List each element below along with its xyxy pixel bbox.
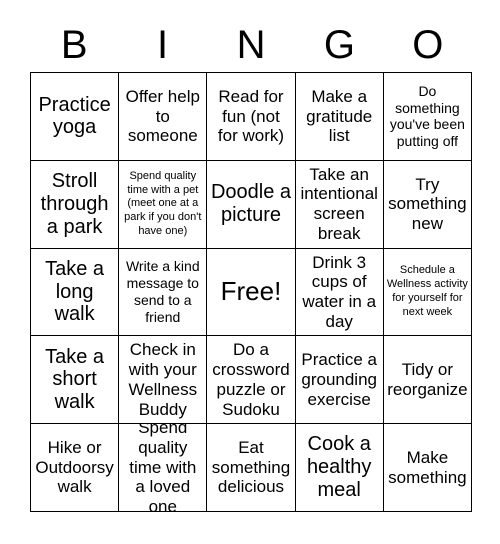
bingo-cell-label: Take a long walk — [45, 257, 105, 326]
bingo-cell-label: Tidy or reorganize — [387, 360, 468, 399]
bingo-cell-label: Drink 3 cups of water in a day — [302, 252, 377, 331]
bingo-cell-r1c5[interactable]: Do something you've been putting off — [383, 73, 472, 161]
bingo-cell-label: Hike or Outdoorsy walk — [35, 438, 114, 497]
bingo-cell-r2c2[interactable]: Spend quality time with a pet (meet one … — [119, 160, 208, 249]
bingo-cell-label: Doodle a picture — [210, 181, 292, 227]
bingo-header: BINGO — [30, 18, 472, 72]
bingo-cell-r1c1[interactable]: Practice yoga — [31, 73, 120, 161]
bingo-header-letter-i: I — [157, 23, 169, 67]
bingo-cell-r1c3[interactable]: Read for fun (not for work) — [207, 73, 296, 161]
bingo-header-letter-b: B — [60, 23, 88, 67]
bingo-cell-label: Do something you've been putting off — [389, 82, 465, 150]
bingo-cell-label: Schedule a Wellness activity for yoursel… — [386, 264, 468, 318]
bingo-cell-free[interactable]: Free! — [207, 248, 296, 337]
bingo-cell-label: Free! — [220, 276, 282, 307]
bingo-header-letter-g: G — [323, 23, 355, 67]
bingo-cell-r5c3[interactable]: Eat something delicious — [207, 424, 296, 512]
bingo-cell-label: Make something — [388, 447, 467, 487]
bingo-header-letter-n: N — [236, 23, 266, 67]
bingo-cell-label: Practice a grounding exercise — [301, 350, 377, 409]
bingo-cell-r4c1[interactable]: Take a short walk — [31, 336, 120, 425]
bingo-cell-r4c5[interactable]: Tidy or reorganize — [383, 336, 472, 425]
bingo-cell-r5c4[interactable]: Cook a healthy meal — [295, 424, 384, 512]
bingo-cell-label: Write a kind message to send to a friend — [125, 258, 200, 325]
bingo-cell-r4c3[interactable]: Do a crossword puzzle or Sudoku — [207, 336, 296, 425]
bingo-grid: Practice yoga Offer help to someone Read f… — [30, 72, 472, 512]
bingo-cell-label: Offer help to someone — [125, 86, 200, 146]
bingo-cell-label: Practice yoga — [38, 93, 111, 139]
bingo-cell-r2c4[interactable]: Take an intentional screen break — [295, 160, 384, 249]
bingo-cell-r4c2[interactable]: Check in with your Wellness Buddy — [119, 336, 208, 425]
bingo-cell-r3c4[interactable]: Drink 3 cups of water in a day — [295, 248, 384, 337]
bingo-cell-r5c2[interactable]: Spend quality time with a loved one — [119, 424, 208, 512]
bingo-cell-label: Read for fun (not for work) — [217, 86, 285, 146]
bingo-cell-label: Spend quality time with a pet (meet one … — [124, 169, 202, 237]
bingo-cell-r3c1[interactable]: Take a long walk — [31, 248, 120, 337]
bingo-header-letter-o: O — [412, 23, 444, 67]
bingo-cell-r4c4[interactable]: Practice a grounding exercise — [295, 336, 384, 425]
bingo-cell-r2c3[interactable]: Doodle a picture — [207, 160, 296, 249]
bingo-cell-label: Spend quality time with a loved one — [129, 424, 197, 512]
bingo-card: B I N G O Practice yoga Offer help to someone… — [0, 0, 500, 544]
bingo-cell-label: Try something new — [388, 174, 467, 234]
bingo-cell-label: Do a crossword puzzle or Sudoku — [212, 340, 290, 419]
bingo-cell-r3c2[interactable]: Write a kind message to send to a friend — [119, 248, 208, 337]
bingo-cell-label: Take an intentional screen break — [300, 164, 378, 243]
bingo-cell-label: Eat something delicious — [211, 438, 291, 497]
bingo-cell-r2c1[interactable]: Stroll through a park — [31, 160, 120, 249]
bingo-cell-r2c5[interactable]: Try something new — [383, 160, 472, 249]
bingo-cell-r1c2[interactable]: Offer help to someone — [119, 73, 208, 161]
bingo-cell-r5c1[interactable]: Hike or Outdoorsy walk — [31, 424, 120, 512]
bingo-cell-r5c5[interactable]: Make something — [383, 424, 472, 512]
bingo-cell-label: Stroll through a park — [40, 170, 109, 238]
bingo-cell-r3c5[interactable]: Schedule a Wellness activity for yoursel… — [383, 248, 472, 337]
bingo-cell-label: Cook a healthy meal — [306, 433, 372, 501]
bingo-cell-label: Take a short walk — [45, 345, 105, 414]
bingo-cell-label: Check in with your Wellness Buddy — [128, 340, 198, 419]
bingo-cell-label: Make a gratitude list — [306, 86, 373, 146]
bingo-cell-r1c4[interactable]: Make a gratitude list — [295, 73, 384, 161]
